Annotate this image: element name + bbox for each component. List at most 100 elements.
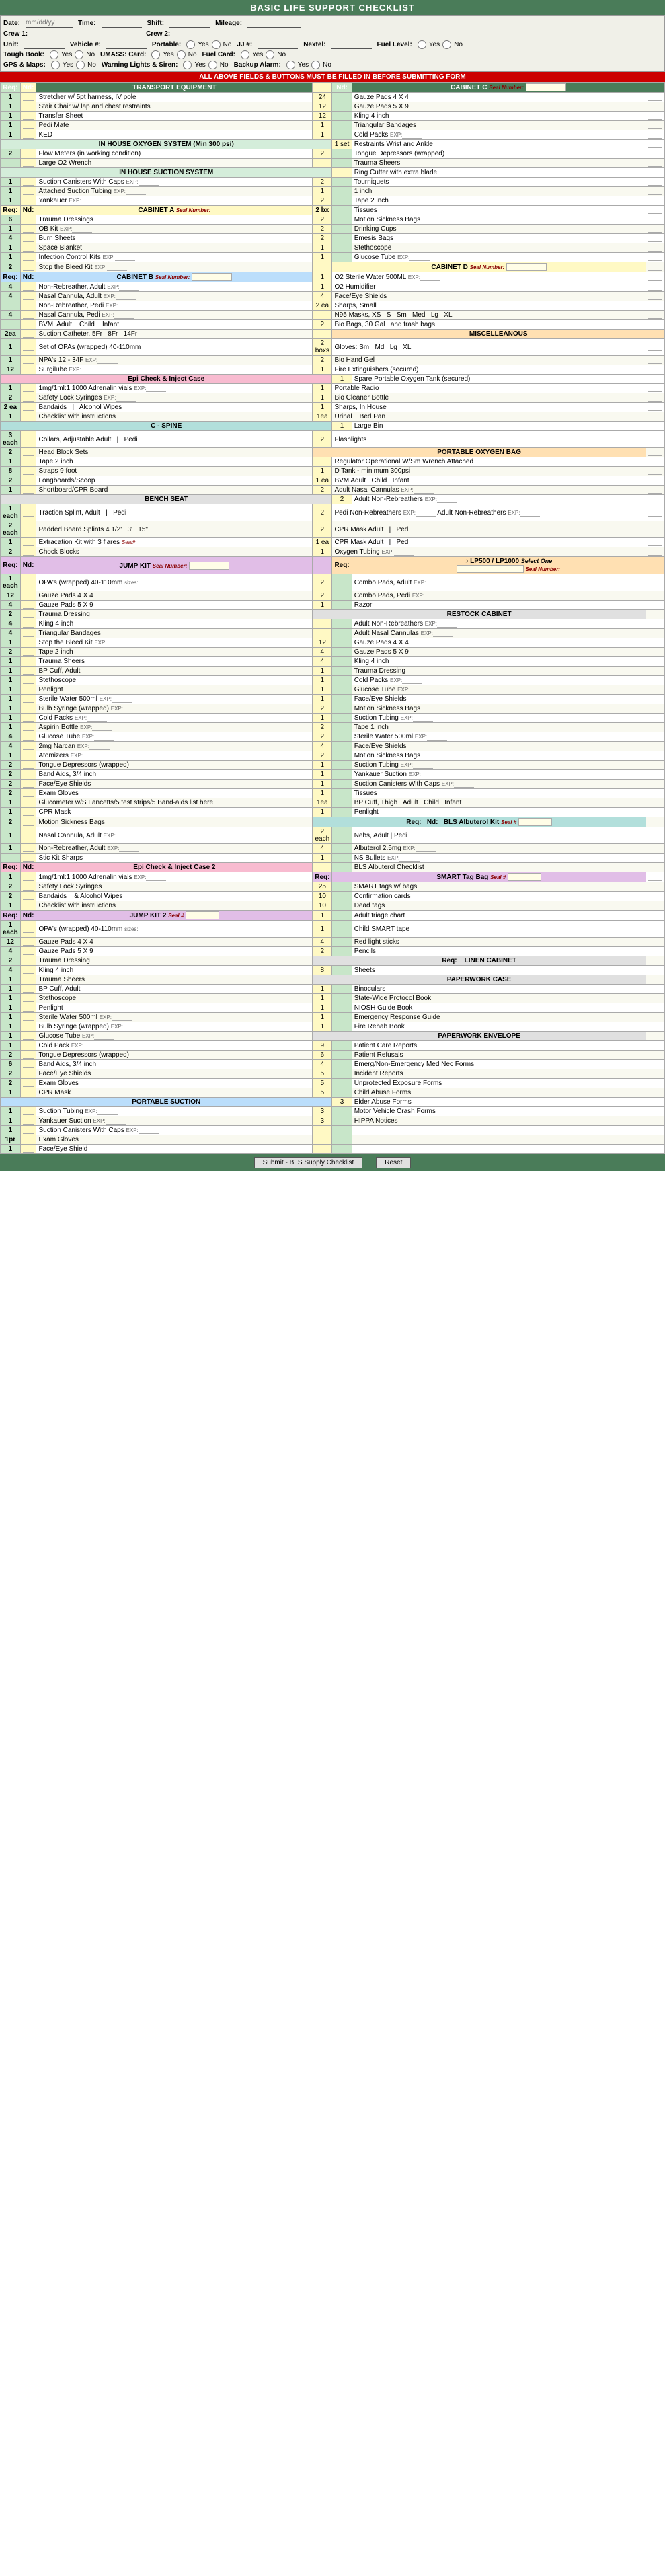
right-nd-17[interactable] (648, 244, 662, 252)
nd-input-80[interactable] (23, 995, 34, 1002)
umass-radio[interactable]: Yes No (151, 50, 196, 59)
nd-input-90[interactable] (23, 1089, 34, 1096)
portable-yes[interactable] (186, 40, 195, 49)
gt2-exp[interactable] (94, 733, 114, 741)
nd-input-6[interactable] (23, 150, 34, 157)
shift-input[interactable] (169, 18, 210, 28)
nd-input-52[interactable] (23, 695, 34, 703)
anr-rs-exp[interactable] (437, 620, 457, 628)
nd-input-34[interactable] (23, 477, 34, 484)
right-nd-20[interactable] (648, 274, 662, 281)
nd-input-21[interactable] (23, 321, 34, 328)
right-nd-23[interactable] (648, 302, 662, 309)
nextel-input[interactable] (331, 40, 372, 49)
right-nd-39[interactable] (648, 509, 662, 517)
ba-yes[interactable] (286, 61, 295, 69)
fuel-no[interactable] (442, 40, 451, 49)
nd-input-55[interactable] (23, 724, 34, 731)
pnr-exp[interactable] (416, 509, 436, 517)
st2-exp[interactable] (97, 1108, 118, 1115)
nd-input-18[interactable] (23, 293, 34, 300)
tb-no[interactable] (75, 50, 83, 59)
nd-input-92[interactable] (23, 1117, 34, 1125)
right-nd-7[interactable] (648, 150, 662, 157)
cabinet-c-seal-input[interactable] (526, 83, 566, 91)
bls-seal-input[interactable] (518, 818, 552, 826)
gps-yes[interactable] (51, 61, 60, 69)
nd-input-5[interactable] (23, 131, 34, 139)
nr-adult-exp[interactable] (119, 283, 139, 291)
yankauer-exp[interactable] (81, 197, 102, 204)
nd-input-66[interactable] (23, 832, 34, 839)
vehicle-input[interactable] (106, 40, 147, 49)
nr2-exp[interactable] (119, 845, 139, 852)
right-nd-70[interactable] (648, 874, 662, 881)
nd-input-75[interactable] (23, 948, 34, 955)
nd-input-76[interactable] (23, 957, 34, 964)
fuelcard-radio[interactable]: Yes No (241, 50, 286, 59)
nd-input-28[interactable] (23, 404, 34, 411)
nd-input-20[interactable] (23, 311, 34, 319)
adr2-exp[interactable] (146, 874, 166, 881)
nd-input-53[interactable] (23, 705, 34, 712)
right-nd-29[interactable] (648, 385, 662, 392)
right-nd-12[interactable] (648, 197, 662, 204)
umass-yes[interactable] (151, 50, 160, 59)
cabinet-b-seal-input[interactable] (192, 273, 232, 281)
cold-packs-exp[interactable] (402, 131, 422, 139)
nd-input-9[interactable] (23, 188, 34, 195)
nd-input-73[interactable] (23, 925, 34, 933)
ic-exp[interactable] (115, 254, 135, 261)
sc-rs-exp[interactable] (413, 761, 433, 769)
nd-input-44[interactable] (23, 620, 34, 628)
syringes-exp[interactable] (116, 394, 136, 402)
wls-no[interactable] (208, 61, 217, 69)
nd-input-56[interactable] (23, 733, 34, 741)
jump-kit-seal-input[interactable] (189, 562, 229, 570)
right-nd-15[interactable] (648, 225, 662, 233)
sw2-exp[interactable] (112, 1014, 132, 1021)
nd-input-88[interactable] (23, 1070, 34, 1077)
crew2-input[interactable] (175, 29, 283, 38)
right-nd-3[interactable] (648, 112, 662, 120)
nd-input-10[interactable] (23, 197, 34, 204)
wls-yes[interactable] (183, 61, 192, 69)
nd-input-24[interactable] (23, 356, 34, 364)
ob-exp[interactable] (72, 225, 92, 233)
nd-input-59[interactable] (23, 761, 34, 769)
right-nd-24[interactable] (648, 311, 662, 319)
nd-input-61[interactable] (23, 780, 34, 788)
lp-seal-input[interactable] (457, 565, 524, 573)
nd-input-14[interactable] (23, 244, 34, 252)
fuel-radio[interactable]: Yes No (418, 40, 463, 49)
right-nd-26[interactable] (648, 344, 662, 351)
nd-input-77[interactable] (23, 967, 34, 974)
nd-input-63[interactable] (23, 799, 34, 806)
nd-input-39[interactable] (23, 548, 34, 556)
right-nd-31[interactable] (648, 404, 662, 411)
nd-input-17[interactable] (23, 283, 34, 291)
cp2-exp[interactable] (87, 714, 107, 722)
ys-rs-exp[interactable] (421, 771, 441, 778)
backup-radio[interactable]: Yes No (286, 61, 331, 69)
nd-input-68[interactable] (23, 854, 34, 862)
umass-no[interactable] (177, 50, 186, 59)
scc-rs-exp[interactable] (454, 780, 474, 788)
nd-input-60[interactable] (23, 771, 34, 778)
nd-input-36[interactable] (23, 509, 34, 517)
right-nd-37[interactable] (648, 477, 662, 484)
o2-500-exp[interactable] (420, 274, 440, 281)
right-nd-19[interactable] (648, 264, 662, 271)
right-nd-5[interactable] (648, 131, 662, 139)
nd-input-70[interactable] (23, 883, 34, 891)
adrenalin-exp[interactable] (146, 385, 166, 392)
nr-pedi-exp[interactable] (118, 302, 138, 309)
nd-input-4[interactable] (23, 122, 34, 129)
nd-input-95[interactable] (23, 1145, 34, 1153)
nd-input-79[interactable] (23, 985, 34, 993)
stb-exp[interactable] (107, 264, 127, 271)
gt3-exp[interactable] (94, 1032, 114, 1040)
reset-button[interactable]: Reset (376, 1157, 411, 1168)
nd-input-25[interactable] (23, 366, 34, 373)
gps-radio[interactable]: Yes No (51, 61, 96, 69)
